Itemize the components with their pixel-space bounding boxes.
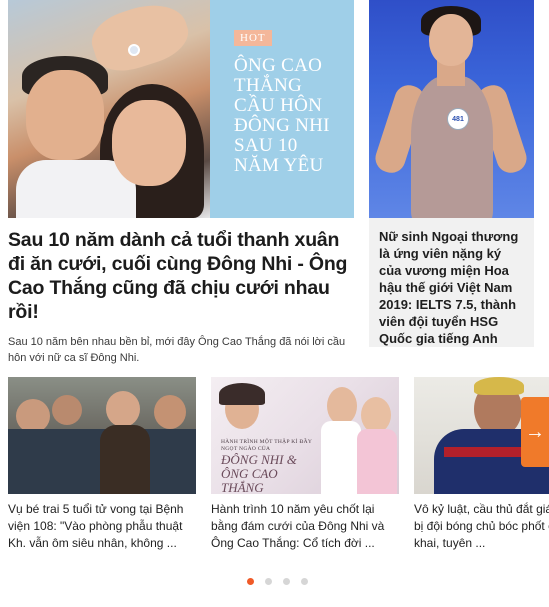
featured-story-title[interactable]: Sau 10 năm dành cả tuổi thanh xuân đi ăn… (8, 228, 354, 324)
carousel-card-title[interactable]: Hành trình 10 năm yêu chốt lại bằng đám … (211, 501, 399, 552)
carousel-card[interactable]: Vụ bé trai 5 tuổi tử vong tại Bệnh viện … (8, 377, 196, 552)
carousel-card[interactable]: HÀNH TRÌNH MỘT THẬP KỈ ĐẦY NGỌT NGÀO CỦA… (211, 377, 399, 552)
carousel-card-title[interactable]: Vô kỷ luật, cầu thủ đắt giá thế giới bị … (414, 501, 549, 552)
carousel-card-title[interactable]: Vụ bé trai 5 tuổi tử vong tại Bệnh viện … (8, 501, 196, 552)
side-story-title[interactable]: Nữ sinh Ngoại thương là ứng viên nặng ký… (369, 218, 534, 347)
image-headline: ÔNG CAO THẮNG CẦU HÔN ĐÔNG NHI SAU 10 NĂ… (234, 55, 330, 176)
pagination-dot-3[interactable] (283, 578, 290, 585)
featured-story-summary: Sau 10 năm bên nhau bền bỉ, mới đây Ông … (8, 336, 346, 364)
side-story-image[interactable]: 481 (369, 0, 534, 218)
carousel-pagination (247, 578, 308, 586)
contestant-number-badge: 481 (447, 108, 469, 130)
carousel-next-button[interactable]: → (521, 397, 549, 467)
hot-badge: HOT (234, 30, 272, 46)
pagination-dot-1[interactable] (247, 578, 254, 585)
couple-photo (8, 0, 210, 218)
ring-icon (128, 44, 140, 56)
card-image-caption: HÀNH TRÌNH MỘT THẬP KỈ ĐẦY NGỌT NGÀO CỦA… (221, 439, 312, 494)
carousel-card-image[interactable]: HÀNH TRÌNH MỘT THẬP KỈ ĐẦY NGỌT NGÀO CỦA… (211, 377, 399, 494)
image-text-panel: HOT ÔNG CAO THẮNG CẦU HÔN ĐÔNG NHI SAU 1… (210, 0, 354, 218)
pagination-dot-2[interactable] (265, 578, 272, 585)
carousel-card-image[interactable] (8, 377, 196, 494)
featured-story-image[interactable]: HOT ÔNG CAO THẮNG CẦU HÔN ĐÔNG NHI SAU 1… (8, 0, 354, 218)
pagination-dot-4[interactable] (301, 578, 308, 585)
featured-story[interactable]: HOT ÔNG CAO THẮNG CẦU HÔN ĐÔNG NHI SAU 1… (8, 0, 354, 366)
arrow-right-icon: → (525, 420, 545, 443)
news-carousel: Vụ bé trai 5 tuổi tử vong tại Bệnh viện … (0, 377, 549, 557)
side-story[interactable]: 481 Nữ sinh Ngoại thương là ứng viên nặn… (369, 0, 534, 347)
